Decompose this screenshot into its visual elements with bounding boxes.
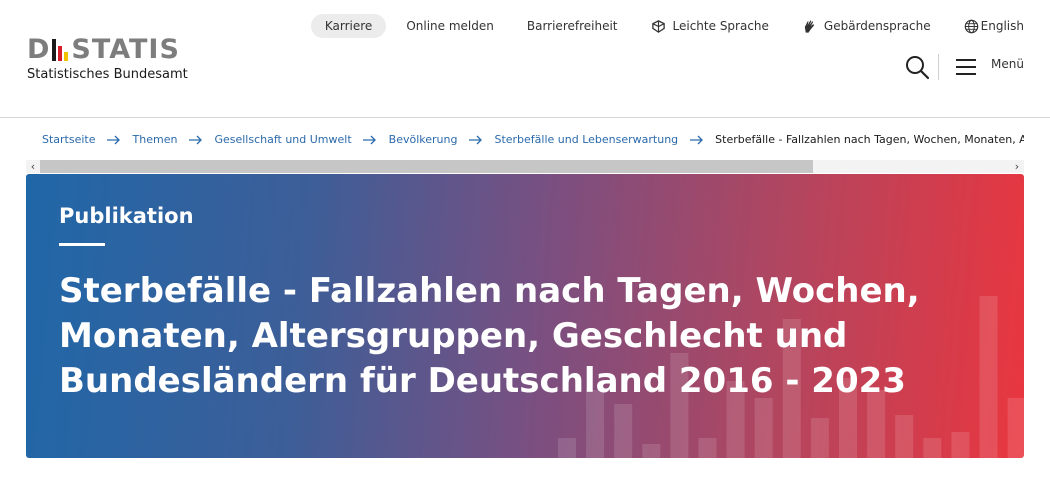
english-label: English <box>980 19 1024 33</box>
karriere-button[interactable]: Karriere <box>310 14 387 38</box>
arrow-right-icon <box>689 135 703 145</box>
breadcrumb: Startseite Themen Gesellschaft und Umwel… <box>42 132 1024 148</box>
decorative-bar <box>642 444 661 458</box>
globe-icon <box>964 19 978 33</box>
barrierefreiheit-link[interactable]: Barrierefreiheit <box>527 19 618 33</box>
breadcrumb-themen[interactable]: Themen <box>133 133 178 146</box>
hamburger-icon <box>956 59 977 75</box>
breadcrumb-bevoelkerung[interactable]: Bevölkerung <box>389 133 458 146</box>
scrollbar-thumb[interactable] <box>40 160 813 173</box>
language-switch-english[interactable]: English <box>964 19 1024 34</box>
logo-bar-yellow <box>64 52 69 61</box>
logo-bar-red <box>58 46 63 61</box>
logo-subtitle: Statistisches Bundesamt <box>27 67 188 82</box>
search-icon[interactable] <box>904 54 930 80</box>
tools-divider <box>938 54 940 80</box>
menu-label: Menü <box>991 57 1024 71</box>
decorative-bar <box>810 418 829 458</box>
logo-bars-icon <box>52 39 69 61</box>
destatis-logo[interactable]: D STATIS Statistisches Bundesamt <box>27 36 188 83</box>
sign-language-icon <box>804 20 815 33</box>
leichte-sprache-label: Leichte Sprache <box>672 19 769 33</box>
publication-type-label: Publikation <box>59 204 194 228</box>
service-navigation: Karriere Online melden Barrierefreiheit … <box>310 13 1024 39</box>
decorative-bar <box>923 438 942 458</box>
logo-bar-black <box>52 39 57 61</box>
scroll-right-button[interactable]: › <box>1010 160 1024 173</box>
scroll-left-button[interactable]: ‹ <box>26 160 40 173</box>
page-title: Sterbefälle - Fallzahlen nach Tagen, Woc… <box>59 271 920 401</box>
decorative-bar <box>698 438 717 458</box>
site-header: D STATIS Statistisches Bundesamt Karrier… <box>0 0 1050 118</box>
breadcrumb-gesellschaft-und-umwelt[interactable]: Gesellschaft und Umwelt <box>214 133 351 146</box>
leichte-sprache-link[interactable]: Leichte Sprache <box>651 19 769 34</box>
leichte-sprache-icon <box>651 19 665 33</box>
arrow-right-icon <box>363 135 377 145</box>
arrow-right-icon <box>468 135 482 145</box>
decorative-bar <box>951 432 970 458</box>
breadcrumb-sterbefaelle-und-lebenserwartung[interactable]: Sterbefälle und Lebenserwartung <box>494 133 678 146</box>
publication-hero: Publikation Sterbefälle - Fallzahlen nac… <box>26 174 1024 458</box>
decorative-bar <box>754 398 773 458</box>
breadcrumb-scrollbar[interactable]: ‹ › <box>26 160 1024 173</box>
arrow-right-icon <box>188 135 202 145</box>
logo-letter-d: D <box>27 34 51 65</box>
decorative-bar <box>1007 398 1024 458</box>
breadcrumb-current: Sterbefälle - Fallzahlen nach Tagen, Woc… <box>715 133 1024 146</box>
logo-letters-statis: STATIS <box>71 34 180 65</box>
decorative-bar <box>558 438 576 458</box>
decorative-bar <box>614 404 633 458</box>
header-tools: Menü <box>904 53 1024 81</box>
online-melden-link[interactable]: Online melden <box>406 19 494 33</box>
title-underline <box>59 243 105 246</box>
logo-wordmark: D STATIS <box>27 36 188 64</box>
gebaerdensprache-link[interactable]: Gebärdensprache <box>802 18 931 34</box>
breadcrumb-startseite[interactable]: Startseite <box>42 133 96 146</box>
menu-button[interactable]: Menü <box>955 57 1024 76</box>
decorative-bar <box>895 415 914 458</box>
gebaerdensprache-label: Gebärdensprache <box>823 19 931 33</box>
arrow-right-icon <box>107 135 120 145</box>
